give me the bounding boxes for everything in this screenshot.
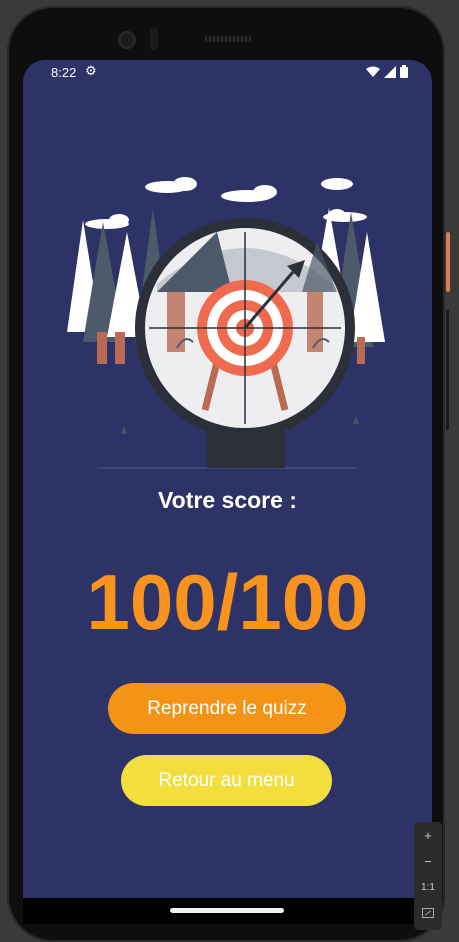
score-value: 100/100 — [86, 558, 369, 646]
wifi-icon — [366, 66, 380, 77]
front-camera — [118, 31, 136, 49]
score-label: Votre score : — [158, 487, 297, 513]
power-button[interactable] — [446, 232, 450, 292]
target-illustration — [67, 177, 385, 469]
app-screen: 8:22 ⚙ Votre score: 100/100 Reprendre l… — [23, 60, 432, 898]
signal-icon — [384, 65, 396, 78]
earpiece-speaker — [205, 36, 251, 42]
fit-screen-icon[interactable] — [414, 900, 442, 926]
back-to-menu-button[interactable]: Retour au menu — [121, 755, 332, 806]
actual-size-button[interactable]: 1:1 — [414, 874, 442, 900]
status-time: 8:22 — [51, 65, 77, 80]
home-gesture-handle[interactable] — [170, 908, 284, 913]
volume-button[interactable] — [446, 310, 449, 430]
restart-quiz-button[interactable]: Reprendre le quizz — [108, 683, 346, 734]
status-icons — [366, 65, 408, 78]
emulator-zoom-controls: + − 1:1 — [414, 822, 442, 930]
status-bar: 8:22 ⚙ — [23, 60, 432, 86]
zoom-out-button[interactable]: − — [414, 848, 442, 874]
sensor — [150, 28, 158, 50]
gear-icon: ⚙ — [85, 63, 97, 78]
battery-icon — [400, 65, 408, 78]
zoom-in-button[interactable]: + — [414, 822, 442, 848]
